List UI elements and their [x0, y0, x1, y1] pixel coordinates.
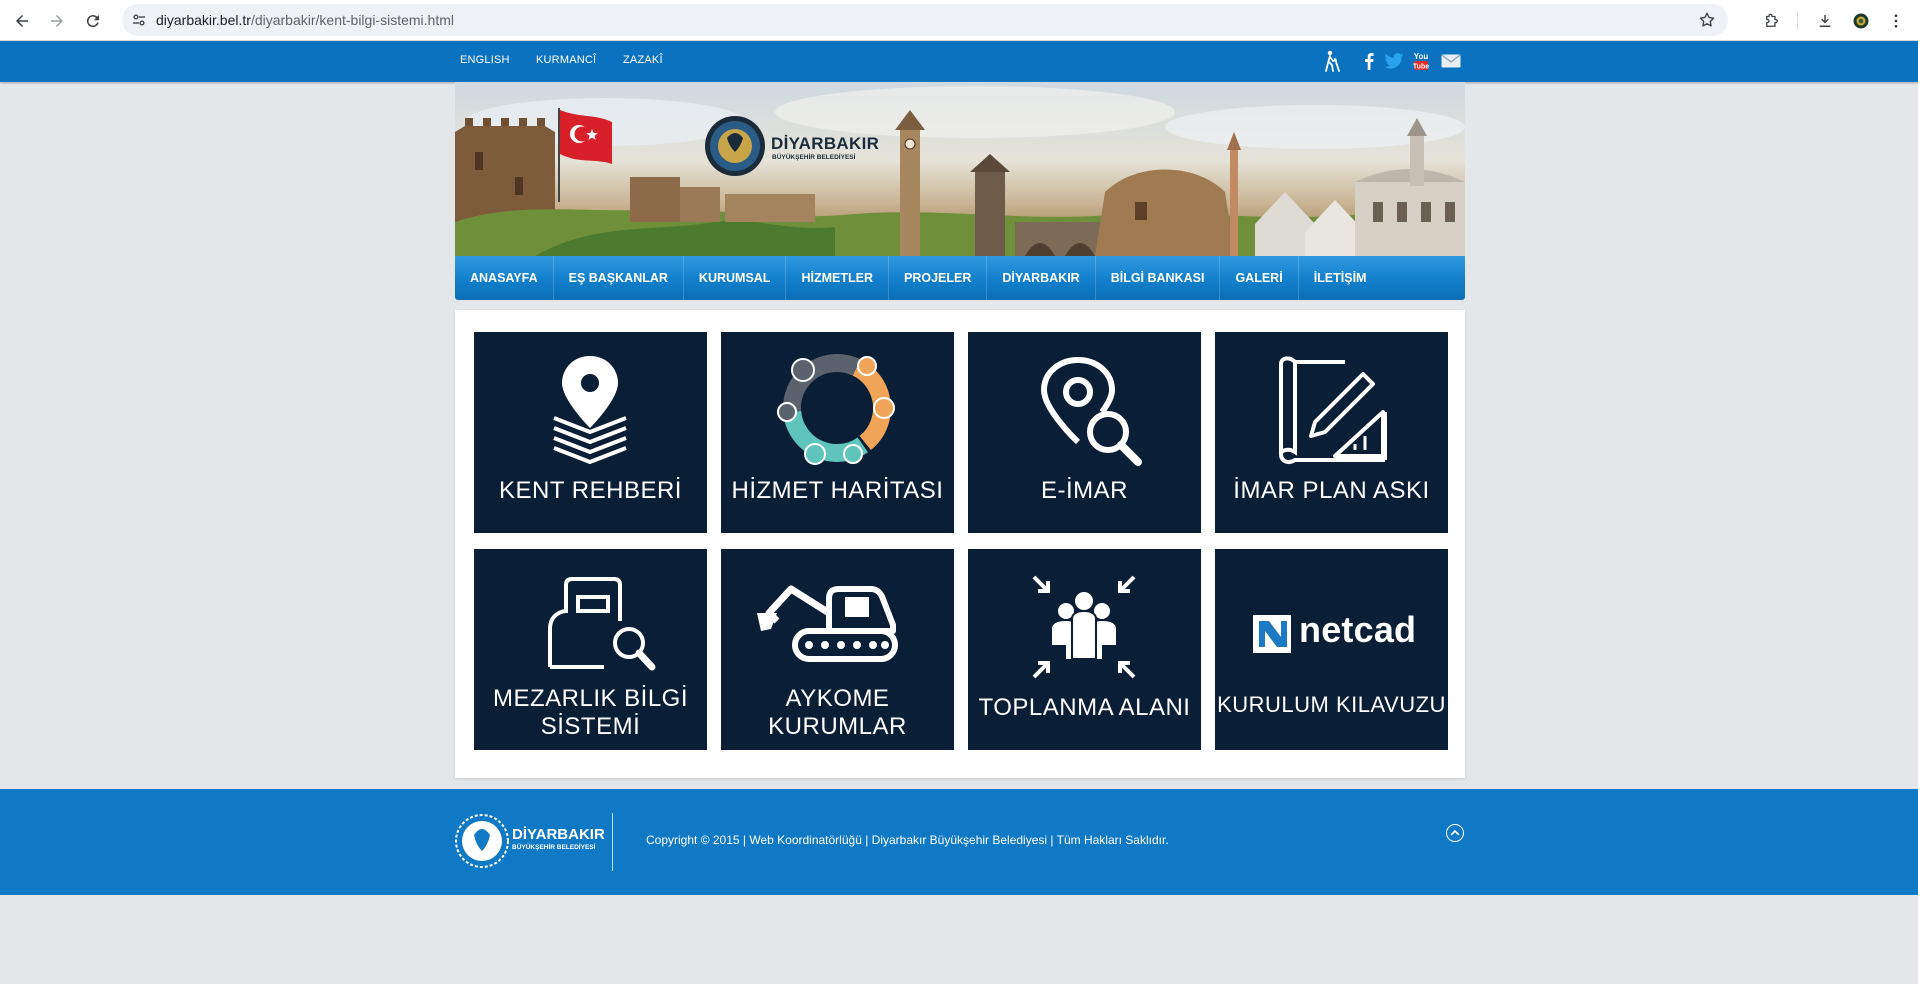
- site-footer: DİYARBAKIR BÜYÜKŞEHİR BELEDİYESİ Copyrig…: [0, 789, 1918, 895]
- browser-toolbar: diyarbakir.bel.tr/diyarbakir/kent-bilgi-…: [0, 0, 1918, 41]
- url-host: diyarbakir.bel.tr: [156, 12, 251, 28]
- arrow-right-icon: [51, 15, 63, 27]
- nav-galeri[interactable]: GALERİ: [1220, 256, 1299, 300]
- twitter-link[interactable]: [1383, 51, 1405, 71]
- reload-icon: [86, 15, 99, 28]
- tile-label: HİZMET HARİTASI: [731, 477, 944, 504]
- reload-button[interactable]: [81, 9, 105, 33]
- tile-hizmet-haritasi[interactable]: HİZMET HARİTASI: [721, 332, 954, 533]
- more-vertical-icon: [1894, 14, 1898, 28]
- email-link[interactable]: [1440, 51, 1462, 71]
- downloads-button[interactable]: [1813, 9, 1837, 33]
- footer-copyright: Copyright © 2015 | Web Koordinatörlüğü |…: [646, 833, 1169, 847]
- main-navigation: ANASAYFA EŞ BAŞKANLAR KURUMSAL HİZMETLER…: [455, 256, 1465, 300]
- tile-label: KURULUM KILAVUZU: [1217, 692, 1446, 717]
- city-panorama: [455, 86, 1465, 256]
- extensions-button[interactable]: [1760, 9, 1784, 33]
- svg-text:You: You: [1414, 52, 1429, 61]
- tile-e-imar[interactable]: E-İMAR: [968, 332, 1201, 533]
- tile-grid: KENT REHBERİ HİZMET HARİTASI E-İMAR İMAR…: [455, 310, 1465, 778]
- nav-anasayfa[interactable]: ANASAYFA: [455, 256, 554, 300]
- nav-es-baskanlar[interactable]: EŞ BAŞKANLAR: [554, 256, 684, 300]
- tile-label-line2: KURUMLAR: [768, 713, 907, 740]
- site-info-icon[interactable]: [130, 11, 148, 29]
- netcad-brand-text: netcad: [1299, 609, 1417, 650]
- nav-hizmetler[interactable]: HİZMETLER: [786, 256, 889, 300]
- back-button[interactable]: [10, 9, 34, 33]
- banner-logo-sub: BÜYÜKŞEHİR BELEDİYESİ: [772, 154, 856, 161]
- footer-logo-sub: BÜYÜKŞEHİR BELEDİYESİ: [512, 844, 596, 851]
- svg-text:Tube: Tube: [1413, 64, 1429, 71]
- footer-divider: [612, 813, 613, 871]
- tile-toplanma-alani[interactable]: TOPLANMA ALANI: [968, 549, 1201, 750]
- nav-iletisim[interactable]: İLETİŞİM: [1299, 256, 1382, 300]
- tile-label: E-İMAR: [1041, 477, 1128, 504]
- lang-english[interactable]: ENGLISH: [460, 54, 510, 66]
- tile-mezarlik-bilgi-sistemi[interactable]: MEZARLIK BİLGİ SİSTEMİ: [474, 549, 707, 750]
- header-banner: DİYARBAKIR BÜYÜKŞEHİR BELEDİYESİ: [455, 82, 1465, 256]
- url-path: /diyarbakir/kent-bilgi-sistemi.html: [250, 12, 454, 28]
- browser-menu-button[interactable]: [1884, 9, 1908, 33]
- tile-label-line1: MEZARLIK BİLGİ: [492, 685, 689, 712]
- tile-kurulum-kilavuzu[interactable]: netcad KURULUM KILAVUZU: [1215, 549, 1448, 750]
- scroll-to-top-button[interactable]: [1446, 824, 1464, 842]
- puzzle-icon: [1766, 13, 1778, 27]
- banner-logo-name: DİYARBAKIR: [771, 134, 880, 153]
- nav-bilgi-bankasi[interactable]: BİLGİ BANKASI: [1096, 256, 1221, 300]
- tile-imar-plan-aski[interactable]: İMAR PLAN ASKI: [1215, 332, 1448, 533]
- lang-kurmanci[interactable]: KURMANCÎ: [536, 54, 596, 66]
- address-bar[interactable]: diyarbakir.bel.tr/diyarbakir/kent-bilgi-…: [122, 4, 1728, 36]
- accessibility-link[interactable]: [1320, 50, 1342, 72]
- envelope-icon: [1441, 54, 1461, 68]
- download-icon: [1819, 15, 1831, 27]
- footer-logo-seal-icon: [455, 814, 509, 868]
- tile-label: İMAR PLAN ASKI: [1233, 477, 1430, 504]
- site-topbar: ENGLISH KURMANCÎ ZAZAKÎ You Tube: [0, 41, 1918, 82]
- nav-projeler[interactable]: PROJELER: [889, 256, 988, 300]
- footer-logo-name: DİYARBAKIR: [512, 826, 605, 843]
- facebook-link[interactable]: [1362, 51, 1376, 71]
- facebook-icon: [1365, 53, 1374, 70]
- tile-label: KENT REHBERİ: [499, 477, 682, 504]
- tile-label-line2: SİSTEMİ: [540, 713, 641, 740]
- tile-aykome-kurumlar[interactable]: AYKOME KURUMLAR: [721, 549, 954, 750]
- nav-kurumsal[interactable]: KURUMSAL: [684, 256, 787, 300]
- youtube-link[interactable]: You Tube: [1411, 51, 1431, 71]
- nav-diyarbakir[interactable]: DİYARBAKIR: [987, 256, 1096, 300]
- avatar-icon: [1853, 13, 1869, 29]
- forward-button[interactable]: [45, 9, 69, 33]
- toolbar-separator: [1797, 12, 1798, 30]
- arrow-left-icon: [16, 15, 28, 27]
- bookmark-star-icon[interactable]: [1698, 11, 1716, 29]
- chevron-up-icon: [1450, 829, 1460, 836]
- youtube-icon: You Tube: [1413, 52, 1429, 71]
- tile-label-line1: AYKOME: [785, 685, 890, 712]
- twitter-icon: [1384, 53, 1404, 69]
- blind-person-icon: [1325, 50, 1340, 72]
- url-text[interactable]: diyarbakir.bel.tr/diyarbakir/kent-bilgi-…: [156, 12, 454, 28]
- tile-kent-rehberi[interactable]: KENT REHBERİ: [474, 332, 707, 533]
- profile-avatar[interactable]: [1849, 9, 1873, 33]
- lang-zazaki[interactable]: ZAZAKÎ: [623, 54, 663, 66]
- tile-label: TOPLANMA ALANI: [978, 694, 1191, 721]
